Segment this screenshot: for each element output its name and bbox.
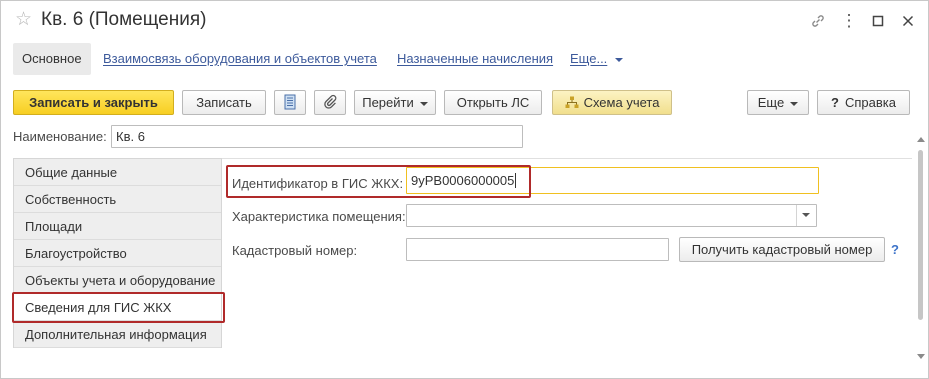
nav-equipment-relations-link[interactable]: Взаимосвязь оборудования и объектов учет…	[103, 43, 377, 75]
goto-label: Перейти	[362, 95, 414, 110]
section-areas[interactable]: Площади	[14, 213, 221, 240]
attachment-button[interactable]	[314, 90, 346, 115]
section-general[interactable]: Общие данные	[14, 159, 221, 186]
section-improvements[interactable]: Благоустройство	[14, 240, 221, 267]
close-icon[interactable]	[898, 11, 918, 31]
chevron-down-icon	[615, 57, 624, 62]
characteristic-select[interactable]	[406, 204, 817, 227]
title-bar: ☆ Кв. 6 (Помещения) ⋮	[1, 1, 928, 41]
more-actions-icon[interactable]: ⋮	[839, 11, 859, 31]
save-button[interactable]: Записать	[182, 90, 266, 115]
name-label: Наименование:	[13, 129, 107, 144]
save-and-close-button[interactable]: Записать и закрыть	[13, 90, 174, 115]
accounting-scheme-label: Схема учета	[583, 95, 660, 110]
vertical-scrollbar[interactable]	[916, 134, 926, 366]
help-button[interactable]: ? Справка	[817, 90, 910, 115]
help-label: Справка	[844, 95, 896, 110]
scroll-up-icon[interactable]	[917, 137, 925, 142]
characteristic-dropdown-button[interactable]	[796, 205, 816, 226]
hierarchy-icon	[565, 96, 579, 108]
highlight-active-section	[12, 292, 225, 323]
characteristic-label: Характеристика помещения:	[232, 209, 406, 224]
scroll-down-icon[interactable]	[917, 354, 925, 359]
get-cadastral-button[interactable]: Получить кадастровый номер	[679, 237, 885, 262]
chevron-down-icon	[419, 101, 428, 106]
maximize-icon[interactable]	[868, 11, 888, 31]
form-window: ☆ Кв. 6 (Помещения) ⋮ Основное Взаимосвя…	[0, 0, 929, 379]
highlight-gis-id	[226, 165, 531, 198]
nav-more-link[interactable]: Еще...	[570, 43, 624, 75]
accounting-scheme-button[interactable]: Схема учета	[552, 90, 672, 115]
more-label: Еще	[757, 95, 785, 110]
document-icon-button[interactable]	[274, 90, 306, 115]
chevron-down-icon	[790, 101, 799, 106]
favorite-star-icon[interactable]: ☆	[15, 10, 32, 30]
scrollbar-thumb[interactable]	[918, 150, 923, 320]
help-question-icon[interactable]: ?	[891, 242, 899, 257]
content-divider	[222, 158, 912, 159]
open-account-button[interactable]: Открыть ЛС	[444, 90, 542, 115]
link-icon[interactable]	[808, 11, 828, 31]
help-question-icon: ?	[831, 95, 839, 110]
cadastral-label: Кадастровый номер:	[232, 243, 358, 258]
goto-dropdown-button[interactable]: Перейти	[354, 90, 436, 115]
nav-more-label: Еще...	[570, 51, 608, 66]
nav-main-tab[interactable]: Основное	[13, 43, 91, 75]
document-list-icon	[284, 94, 296, 110]
name-input[interactable]: Кв. 6	[111, 125, 523, 148]
window-title: Кв. 6 (Помещения)	[41, 9, 207, 30]
section-equipment[interactable]: Объекты учета и оборудование	[14, 267, 221, 294]
more-dropdown-button[interactable]: Еще	[747, 90, 809, 115]
section-ownership[interactable]: Собственность	[14, 186, 221, 213]
paperclip-icon	[324, 94, 337, 109]
section-additional-info[interactable]: Дополнительная информация	[14, 321, 221, 348]
nav-charges-link[interactable]: Назначенные начисления	[397, 43, 553, 75]
cadastral-input[interactable]	[406, 238, 669, 261]
chevron-down-icon	[802, 213, 810, 217]
